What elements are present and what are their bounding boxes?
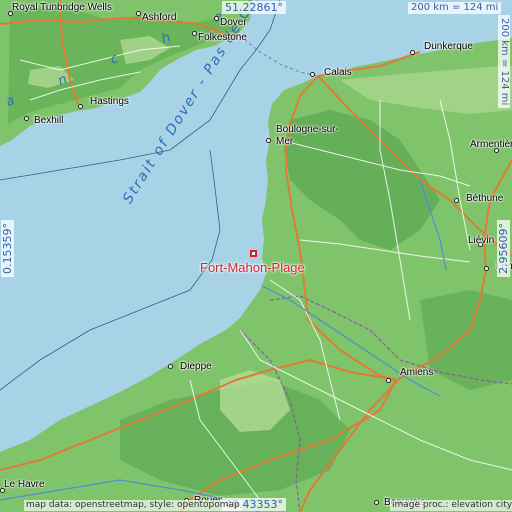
city-label: Béthune [466,193,504,204]
city-label: Ashford [142,12,177,23]
city-label: Dunkerque [424,41,473,52]
city-label: Amiens [400,367,434,378]
city-dot [386,378,391,383]
city-dot [454,198,459,203]
city-label: Le Havre [4,479,45,490]
city-dot [374,500,379,505]
city-label: Hastings [90,96,129,107]
city-label: Dieppe [180,361,212,372]
place-label[interactable]: Fort-Mahon-Plage [200,261,305,274]
city-label: Armentières [470,139,512,150]
map-view[interactable]: Strait of Dover - Pas de Calais a n c h … [0,0,512,512]
scale-vertical: 200 km = 124 mi [498,15,510,109]
city-label: Calais [324,67,352,78]
square-marker-icon[interactable] [250,250,257,257]
coord-top: 51.22861° [222,1,286,14]
scale-horizontal: 200 km = 124 mi [408,2,502,14]
city-label: Boulogne-sur-Mer [276,124,339,147]
city-label: Dover [220,17,247,28]
city-dot [484,266,489,271]
credit-right: image proc.: elevation city [390,500,512,511]
city-dot [78,104,83,109]
credit-left: map data: openstreetmap, style: opentopo… [24,500,242,511]
city-dot [410,50,415,55]
city-dot [214,16,219,21]
city-label: Folkestone [198,32,247,43]
coord-right: 2.95609° [497,220,510,277]
city-label: Royal Tunbridge Wells [12,2,112,13]
city-dot [24,116,29,121]
city-dot [266,138,271,143]
city-dot [192,31,197,36]
city-dot [136,11,141,16]
city-label: Liévin [468,235,495,246]
coord-left: 0.15359° [1,220,14,277]
city-dot [310,72,315,77]
city-label: Bexhill [34,115,64,126]
city-dot [168,364,173,369]
